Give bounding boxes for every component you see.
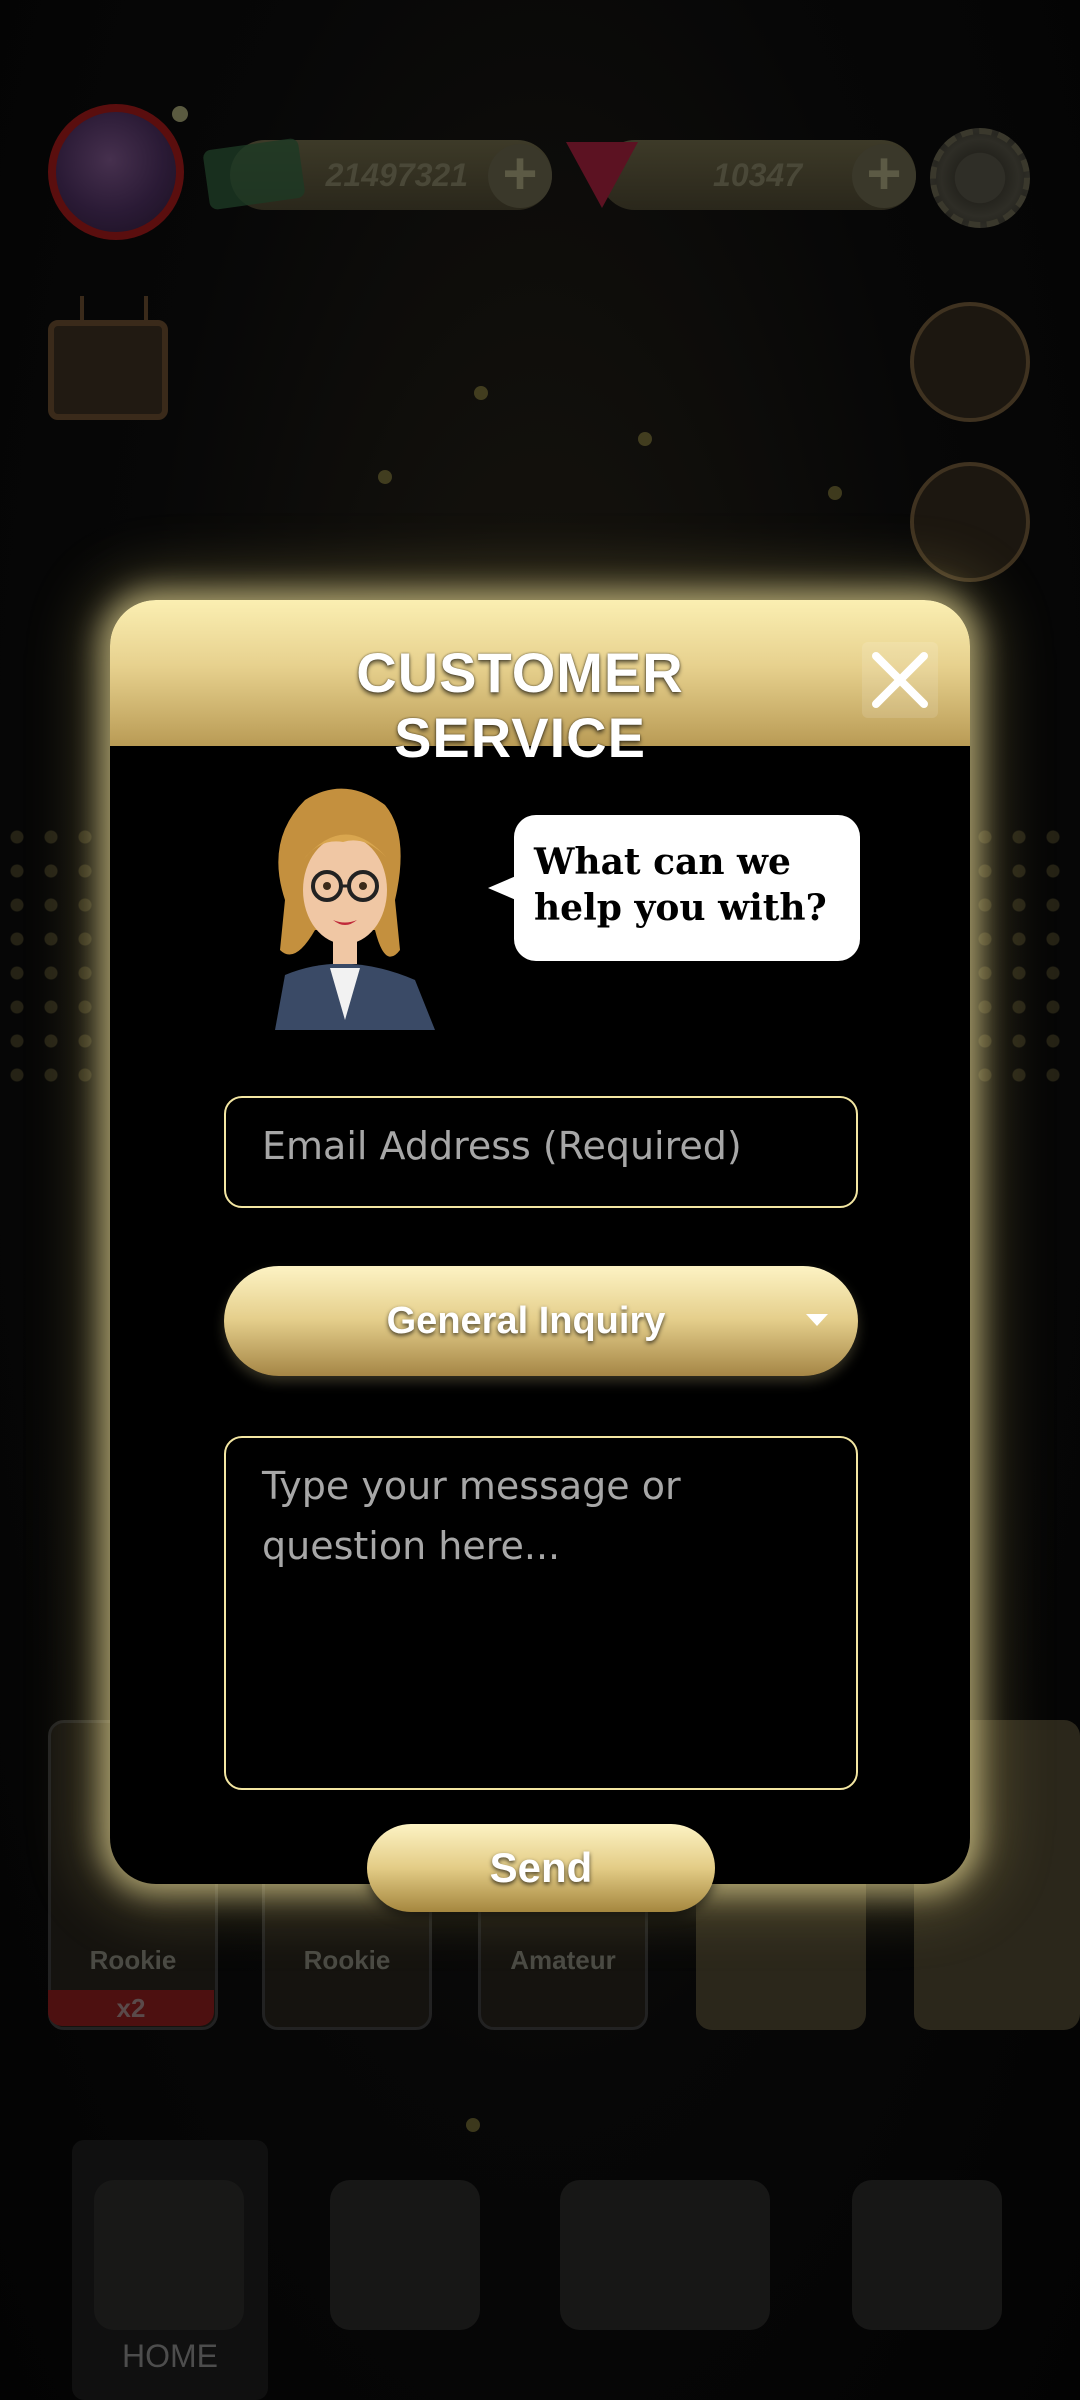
card-multiplier-badge: x2 [48, 1990, 214, 2026]
customer-service-modal: CUSTOMER SERVICE What can we help you wi… [110, 600, 970, 1912]
player-avatar[interactable] [48, 104, 184, 240]
plus-icon: + [866, 140, 902, 207]
speech-bubble: What can we help you with? [514, 815, 860, 961]
locker-icon[interactable] [910, 462, 1030, 582]
whistle-clipboard-icon[interactable] [910, 302, 1030, 422]
sparkle [474, 386, 488, 400]
card-label: Rookie [89, 1945, 177, 1975]
add-gems-button[interactable]: + [852, 144, 916, 208]
card-label: Rookie [303, 1945, 391, 1975]
home-soccer-icon [94, 2180, 244, 2330]
send-button-label: Send [489, 1844, 593, 1891]
inquiry-type-dropdown[interactable]: General Inquiry [224, 1266, 858, 1376]
trophies-icon[interactable] [560, 2180, 770, 2330]
email-field[interactable]: Email Address (Required) [224, 1096, 858, 1208]
message-placeholder: Type your message or question here... [262, 1464, 681, 1568]
speech-bubble-tail [488, 876, 516, 900]
tv-trophy-icon[interactable] [48, 320, 168, 420]
chevron-down-icon [806, 1314, 828, 1326]
add-coins-button[interactable]: + [488, 144, 552, 208]
gems-value: 10347 [713, 156, 802, 193]
sparkle [828, 486, 842, 500]
sparkle [378, 470, 392, 484]
send-button[interactable]: Send [367, 1824, 715, 1912]
sparkle [466, 2118, 480, 2132]
card-label: Amateur [510, 1945, 616, 1975]
notification-dot [172, 106, 188, 122]
modal-header: CUSTOMER SERVICE [110, 600, 970, 769]
support-agent-avatar [275, 788, 435, 1030]
modal-title: CUSTOMER SERVICE [356, 641, 684, 769]
inquiry-type-value: General Inquiry [386, 1300, 666, 1342]
ruby-gem-icon [566, 142, 638, 208]
speech-bubble-text: What can we help you with? [534, 841, 827, 929]
cart-icon[interactable] [852, 2180, 1002, 2330]
coins-value: 21497321 [325, 156, 468, 193]
email-placeholder: Email Address (Required) [262, 1124, 742, 1168]
manager-icon[interactable] [330, 2180, 480, 2330]
message-field[interactable]: Type your message or question here... [224, 1436, 858, 1790]
sparkle [638, 432, 652, 446]
nav-home-label: HOME [122, 2338, 218, 2374]
settings-gear-icon[interactable] [930, 128, 1030, 228]
plus-icon: + [502, 140, 538, 207]
close-button[interactable] [862, 642, 938, 718]
close-icon [872, 652, 928, 708]
